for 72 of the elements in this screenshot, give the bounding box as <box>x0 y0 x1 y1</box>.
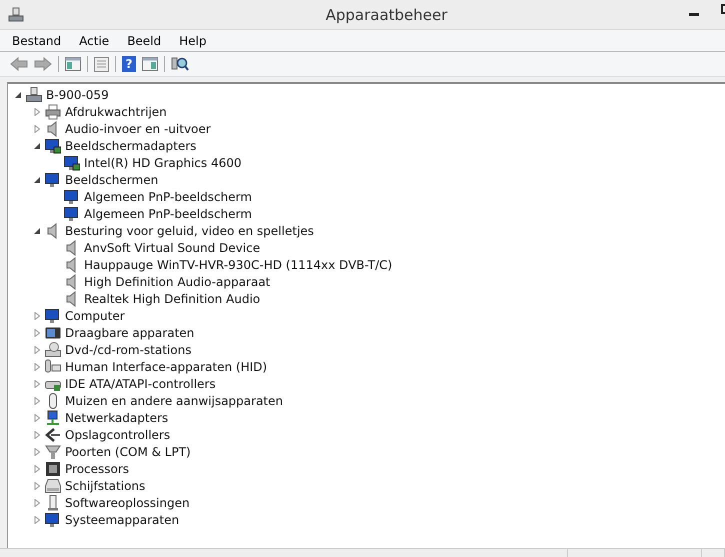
software-icon <box>45 494 61 510</box>
expand-arrow-icon[interactable] <box>33 346 41 354</box>
tree-item[interactable]: Hauppauge WinTV-HVR-930C-HD (1114xx DVB-T/C) <box>84 258 392 272</box>
maximize-icon[interactable] <box>721 4 725 14</box>
monitor-icon <box>64 206 80 222</box>
tree-item[interactable]: Computer <box>65 308 125 322</box>
tree-item[interactable]: Beeldschermen <box>65 172 158 186</box>
collapse-arrow-icon[interactable] <box>33 176 41 184</box>
expand-arrow-icon[interactable] <box>33 482 41 490</box>
help-button[interactable]: ? <box>122 56 136 72</box>
monitor-icon <box>64 188 80 204</box>
tree-item[interactable]: Opslagcontrollers <box>65 428 170 442</box>
scan-hardware-icon[interactable] <box>171 56 189 72</box>
tree-item[interactable]: Softwareoplossingen <box>65 496 190 510</box>
expand-arrow-icon[interactable] <box>33 312 41 320</box>
tree-item[interactable]: Audio-invoer en -uitvoer <box>65 122 211 136</box>
tree-item[interactable]: Schijfstations <box>65 478 146 492</box>
tree-item[interactable]: Muizen en andere aanwijsapparaten <box>65 394 283 408</box>
processor-icon <box>45 460 61 476</box>
tree-item[interactable]: Beeldschermadapters <box>65 138 196 152</box>
menu-item[interactable]: Help <box>177 32 208 48</box>
network-icon <box>45 410 61 426</box>
tree-item[interactable]: Besturing voor geluid, video en spelletjes <box>65 224 314 238</box>
expand-arrow-icon[interactable] <box>33 430 41 438</box>
monitor-card-icon <box>45 138 61 154</box>
action-pane-icon[interactable] <box>142 57 158 71</box>
monitor-card-icon <box>64 154 80 170</box>
tree-item[interactable]: IDE ATA/ATAPI-controllers <box>65 376 216 390</box>
tree-item[interactable]: Netwerkadapters <box>65 410 168 424</box>
tree-item[interactable]: Algemeen PnP-beeldscherm <box>84 206 252 220</box>
monitor-icon <box>45 512 61 528</box>
tree-pane-icon[interactable] <box>65 57 81 71</box>
tree-item[interactable]: AnvSoft Virtual Sound Device <box>84 240 260 254</box>
drive-icon <box>45 478 61 494</box>
expand-arrow-icon[interactable] <box>33 328 41 336</box>
tree-item[interactable]: B-900-059 <box>46 88 109 102</box>
expand-arrow-icon[interactable] <box>33 414 41 422</box>
computer-icon <box>8 6 24 22</box>
expand-arrow-icon[interactable] <box>33 464 41 472</box>
disc-drive-icon <box>45 342 61 358</box>
expand-arrow-icon[interactable] <box>33 448 41 456</box>
tree-item[interactable]: Realtek High Definition Audio <box>84 292 260 306</box>
expand-arrow-icon[interactable] <box>33 362 41 370</box>
tree-item[interactable]: Systeemapparaten <box>65 512 180 526</box>
menu-item[interactable]: Actie <box>77 32 112 48</box>
monitor-icon <box>45 308 61 324</box>
monitor-icon <box>45 172 61 188</box>
expand-arrow-icon[interactable] <box>33 380 41 388</box>
tree-item[interactable]: Poorten (COM & LPT) <box>65 444 191 458</box>
tree-item[interactable]: Afdrukwachtrijen <box>65 104 167 118</box>
tree-item[interactable]: High Definition Audio-apparaat <box>84 274 270 288</box>
menu-item[interactable]: Beeld <box>125 32 164 48</box>
menu-item[interactable]: Bestand <box>10 32 64 48</box>
tree-item[interactable]: Intel(R) HD Graphics 4600 <box>84 156 242 170</box>
expand-arrow-icon[interactable] <box>33 396 41 404</box>
expand-arrow-icon[interactable] <box>33 498 41 506</box>
keyboard-icon <box>45 358 61 374</box>
tree-item[interactable]: Draagbare apparaten <box>65 326 194 340</box>
printer-icon <box>45 104 61 120</box>
tree-item[interactable]: Processors <box>65 462 130 476</box>
tree-item[interactable]: Dvd-/cd-rom-stations <box>65 342 192 356</box>
window-title: Apparaatbeheer <box>324 6 448 24</box>
expand-arrow-icon[interactable] <box>33 124 41 132</box>
tree-item[interactable]: Human Interface-apparaten (HID) <box>65 360 268 374</box>
computer-icon <box>26 86 42 102</box>
tree-item[interactable]: Algemeen PnP-beeldscherm <box>84 190 252 204</box>
media-player-icon <box>45 324 61 340</box>
expand-arrow-icon[interactable] <box>33 108 41 116</box>
expand-arrow-icon[interactable] <box>33 516 41 524</box>
collapse-arrow-icon[interactable] <box>33 226 41 234</box>
collapse-arrow-icon[interactable] <box>14 90 22 98</box>
collapse-arrow-icon[interactable] <box>33 142 41 150</box>
